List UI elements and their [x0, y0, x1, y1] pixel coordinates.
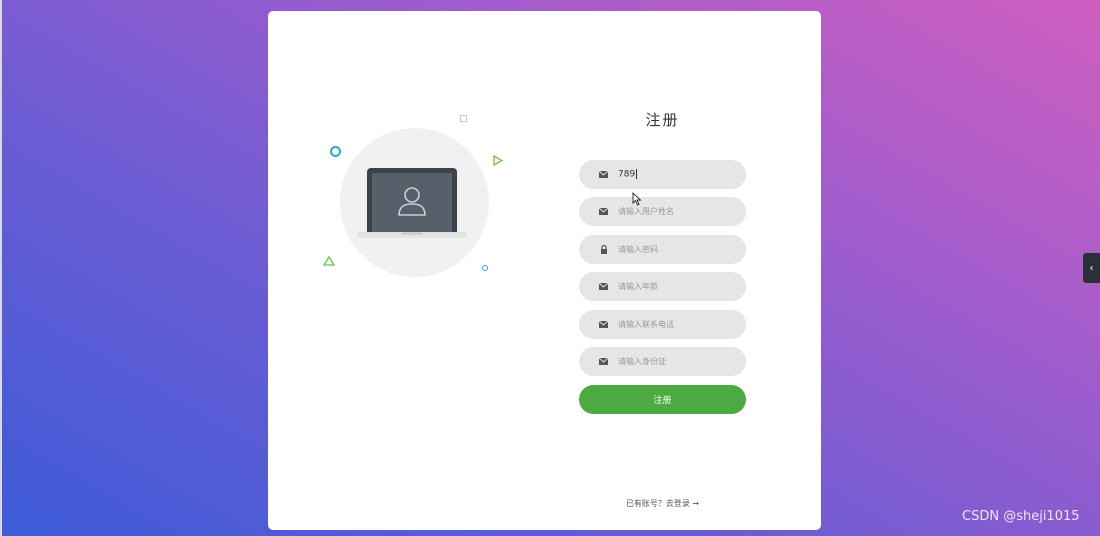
illustration — [268, 11, 548, 331]
mouse-pointer-icon — [632, 192, 642, 206]
name-field[interactable]: 请输入用户姓名 — [579, 197, 746, 226]
square-decoration-icon — [460, 115, 467, 122]
circle-decoration-icon — [330, 146, 341, 157]
id-card-input-placeholder: 请输入身份证 — [618, 357, 666, 366]
register-button[interactable]: 注册 — [579, 385, 746, 414]
envelope-icon — [599, 170, 608, 180]
name-input-placeholder: 请输入用户姓名 — [618, 207, 674, 216]
password-field[interactable]: 请输入密码 — [579, 235, 746, 264]
account-input-value: 789 — [618, 169, 638, 180]
envelope-icon — [599, 207, 608, 217]
login-link[interactable]: 已有账号？去登录 ➞ — [579, 498, 746, 509]
laptop-icon — [367, 168, 457, 232]
chevron-left-icon: ‹ — [1089, 262, 1094, 274]
laptop-notch — [402, 232, 422, 235]
account-field[interactable]: 789 — [579, 160, 746, 189]
age-input-placeholder: 请输入年龄 — [618, 282, 658, 291]
watermark: CSDN @sheji1015 — [962, 509, 1080, 524]
age-field[interactable]: 请输入年龄 — [579, 272, 746, 301]
sidebar-toggle-button[interactable]: ‹ — [1083, 253, 1100, 283]
envelope-icon — [599, 357, 608, 367]
user-avatar-icon — [398, 187, 426, 216]
triangle-decoration-icon — [323, 256, 335, 266]
phone-field[interactable]: 请输入联系电话 — [579, 310, 746, 339]
small-circle-decoration-icon — [482, 265, 488, 271]
envelope-icon — [599, 282, 608, 292]
page-title: 注册 — [645, 111, 680, 129]
register-card: 注册 789 请输入用户姓名 请输入密码 请输入年龄 请输入联系电话 请输入身份… — [268, 11, 821, 530]
window-edge — [0, 0, 2, 536]
phone-input-placeholder: 请输入联系电话 — [618, 320, 674, 329]
id-card-field[interactable]: 请输入身份证 — [579, 347, 746, 376]
envelope-icon — [599, 320, 608, 330]
password-input-placeholder: 请输入密码 — [618, 245, 658, 254]
lock-icon — [599, 245, 608, 255]
play-triangle-decoration-icon — [493, 155, 503, 166]
